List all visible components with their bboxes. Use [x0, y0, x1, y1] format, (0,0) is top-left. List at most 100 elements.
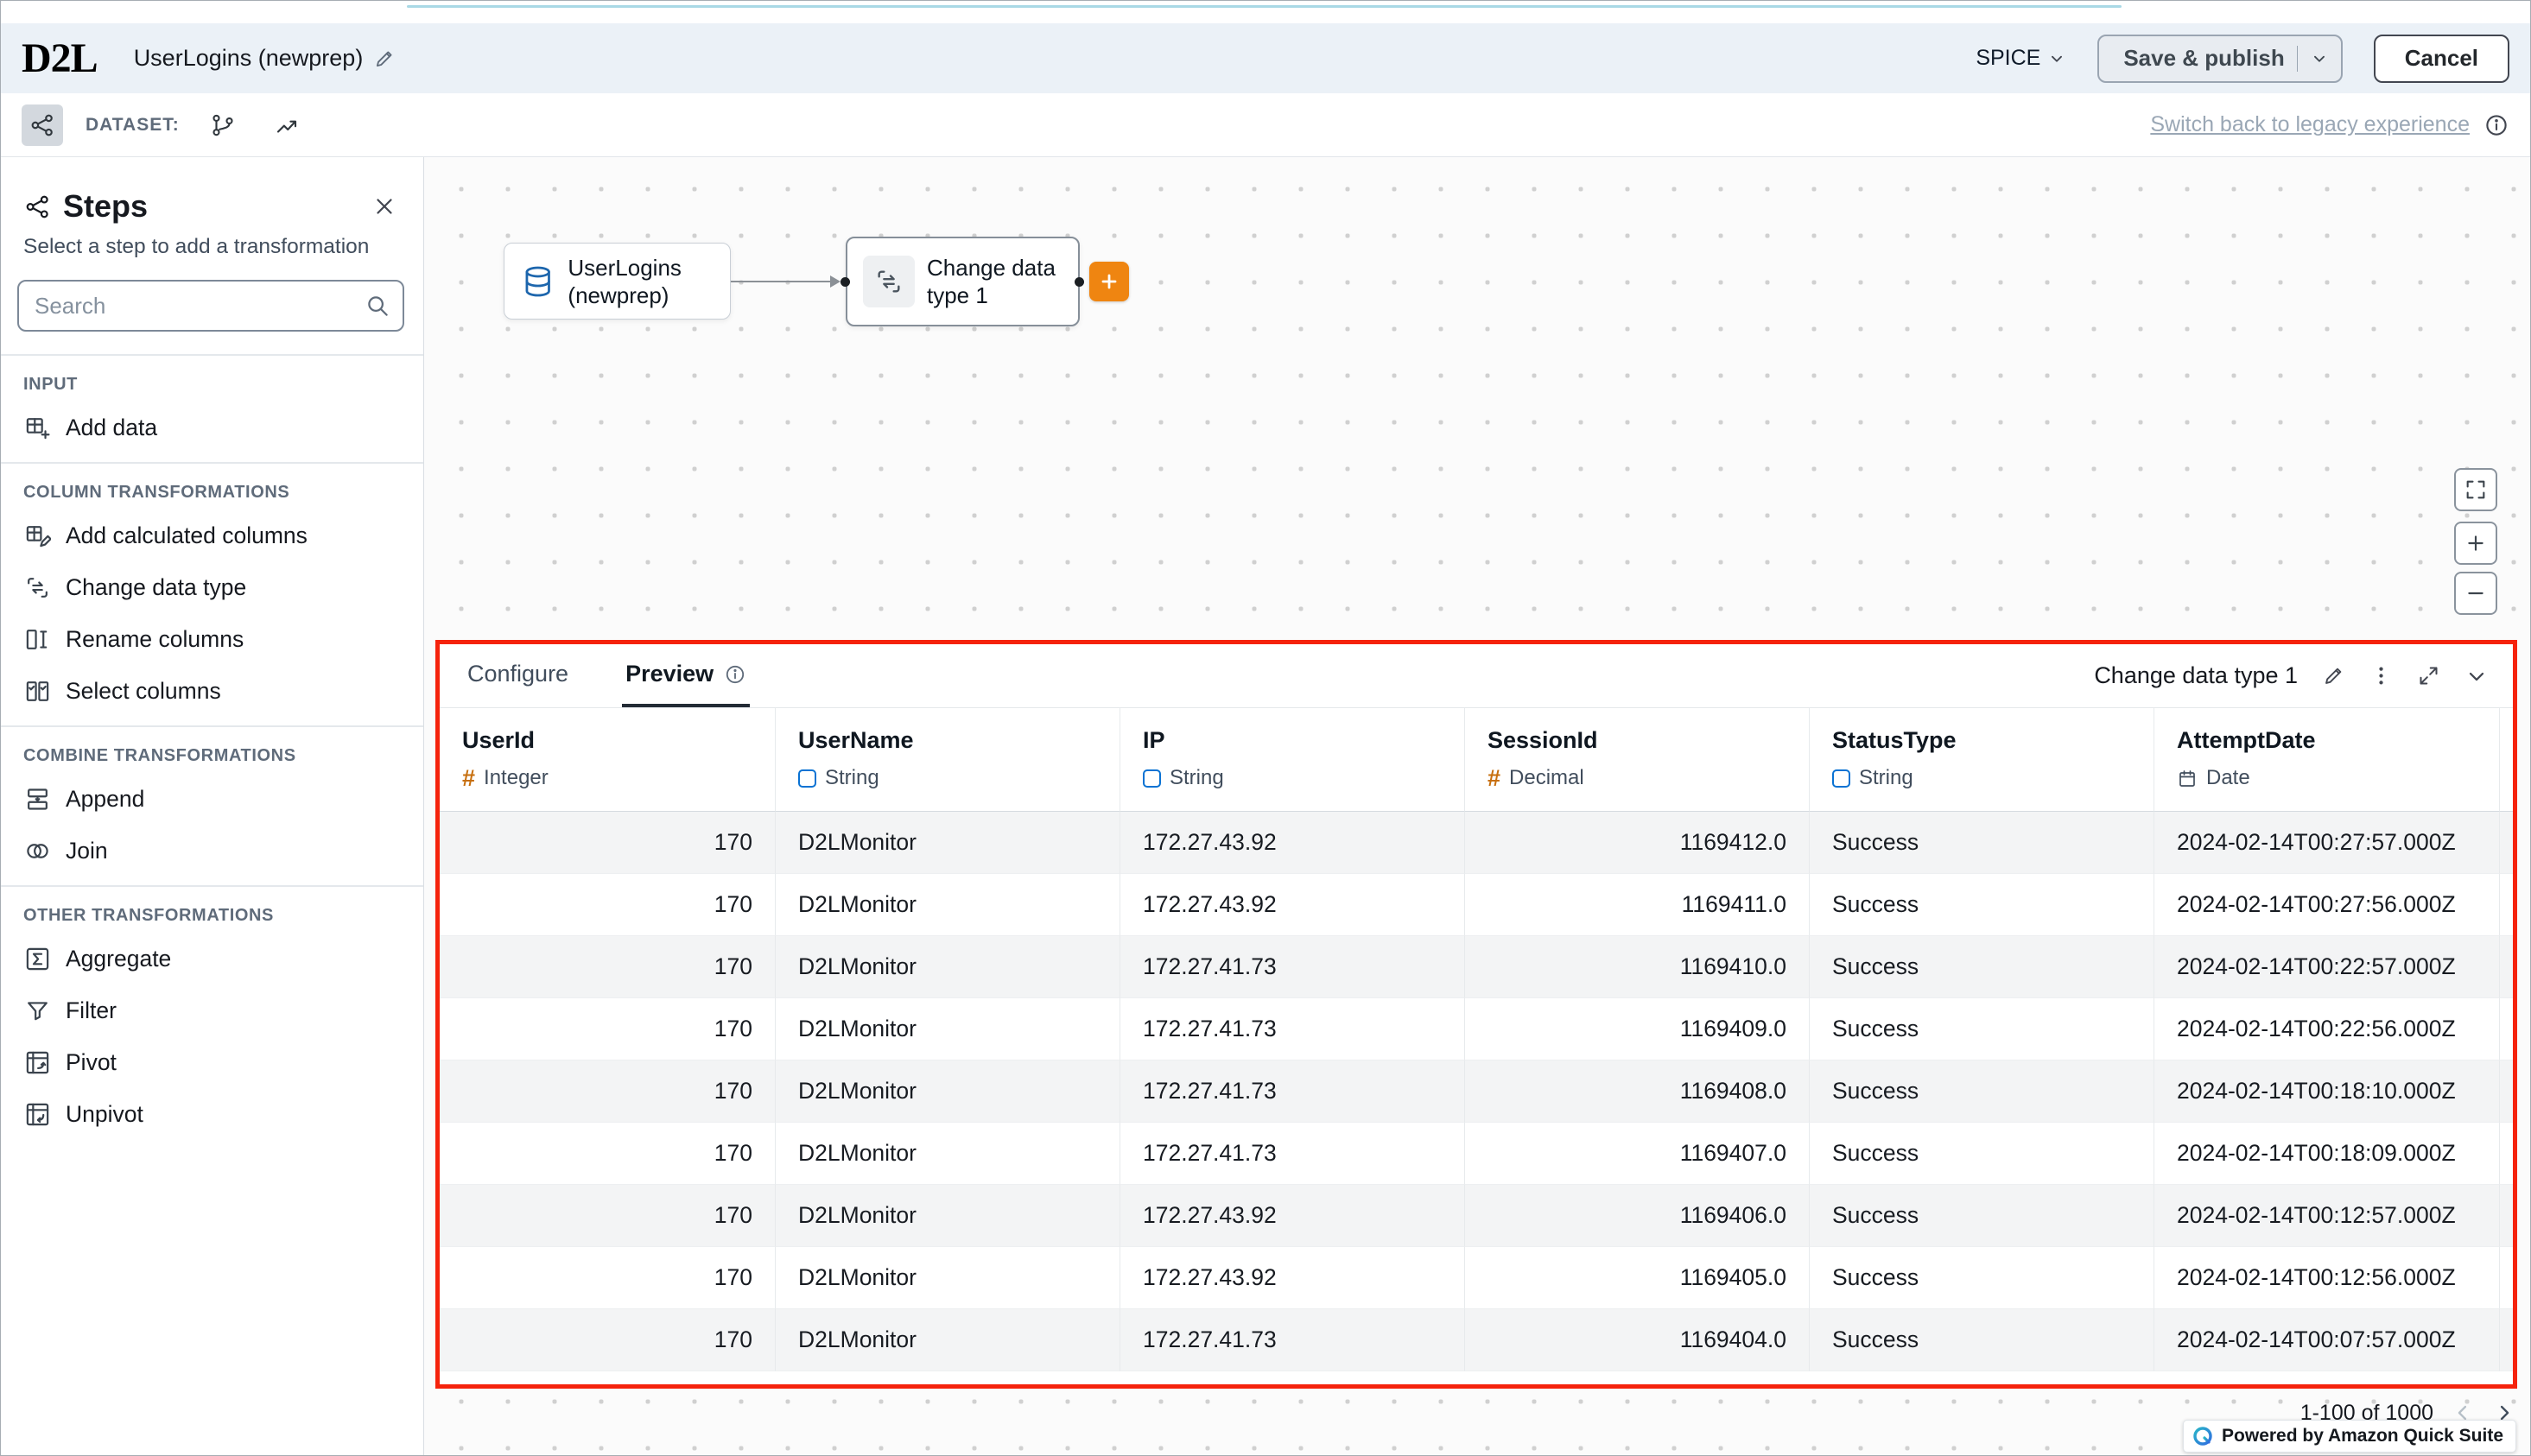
step-name: Change data type 1: [2094, 662, 2298, 689]
preview-panel-header: Configure Preview Change data type 1: [440, 644, 2513, 708]
output-connector-dot[interactable]: [1075, 277, 1084, 287]
dataset-label: DATASET:: [86, 115, 180, 136]
section-label-other-transformations: OTHER TRANSFORMATIONS: [1, 887, 423, 933]
table-cell: 1169405.0: [1465, 1247, 1810, 1309]
toolbar-right: Switch back to legacy experience: [2150, 112, 2509, 138]
fit-view-button[interactable]: [2454, 468, 2497, 511]
app-header: D2L UserLogins (newprep) SPICE Save & pu…: [1, 23, 2530, 93]
column-header-sessionid[interactable]: SessionId#Decimal: [1465, 708, 1810, 812]
step-item-aggregate[interactable]: Aggregate: [1, 933, 423, 984]
section-label-input: INPUT: [1, 356, 423, 402]
tab-configure[interactable]: Configure: [464, 644, 572, 707]
flow-view-button[interactable]: [22, 104, 63, 146]
calculated-columns-icon: [23, 522, 51, 549]
column-header-ip[interactable]: IP String: [1120, 708, 1465, 812]
steps-section: COLUMN TRANSFORMATIONSAdd calculated col…: [1, 462, 423, 725]
search-icon[interactable]: [365, 293, 390, 319]
table-cell: 170: [440, 874, 776, 936]
step-item-select-columns[interactable]: Select columns: [1, 665, 423, 717]
preview-panel: Configure Preview Change data type 1: [435, 640, 2517, 1389]
column-header-attemptdate[interactable]: AttemptDateDate: [2154, 708, 2500, 812]
app-window: D2L UserLogins (newprep) SPICE Save & pu…: [0, 0, 2531, 1456]
step-item-append[interactable]: Append: [1, 773, 423, 825]
expand-panel-icon[interactable]: [2417, 664, 2440, 687]
table-cell: D2LMonitor: [776, 998, 1120, 1060]
info-icon[interactable]: [724, 663, 746, 686]
step-item-filter[interactable]: Filter: [1, 984, 423, 1036]
search-box: [17, 280, 404, 332]
table-cell: D2LMonitor: [776, 936, 1120, 998]
tab-label: Preview: [625, 661, 714, 687]
step-item-label: Unpivot: [66, 1101, 143, 1128]
step-item-change-data-type[interactable]: Change data type: [1, 561, 423, 613]
column-type: String: [798, 766, 1097, 790]
spice-dropdown[interactable]: SPICE: [1976, 46, 2066, 71]
column-type-label: String: [1170, 766, 1224, 790]
step-item-add-data[interactable]: Add data: [1, 402, 423, 453]
column-type: Date: [2177, 766, 2477, 790]
tab-preview[interactable]: Preview: [622, 644, 750, 707]
section-label-combine-transformations: COMBINE TRANSFORMATIONS: [1, 727, 423, 773]
collapse-panel-chevron-icon[interactable]: [2464, 664, 2489, 688]
table-cell: Success: [1810, 1060, 2154, 1123]
transform-node[interactable]: Change data type 1: [846, 237, 1080, 326]
table-cell: Success: [1810, 1309, 2154, 1371]
step-item-rename-columns[interactable]: Rename columns: [1, 613, 423, 665]
input-connector-dot[interactable]: [840, 277, 850, 287]
edit-step-name-icon[interactable]: [2322, 664, 2345, 687]
cancel-button[interactable]: Cancel: [2374, 35, 2509, 83]
column-header-userid[interactable]: UserId#Integer: [440, 708, 776, 812]
kebab-menu-icon[interactable]: [2369, 664, 2393, 687]
change-data-type-icon: [863, 256, 915, 307]
table-cell: D2LMonitor: [776, 1309, 1120, 1371]
table-cell: 2024-02-14T00:18:09.000Z: [2154, 1123, 2500, 1185]
table-cell: 1169412.0: [1465, 812, 1810, 874]
zoom-in-button[interactable]: [2454, 522, 2497, 565]
step-item-label: Aggregate: [66, 946, 171, 972]
table-cell: 2024-02-14T00:18:10.000Z: [2154, 1060, 2500, 1123]
rename-columns-icon: [23, 625, 51, 653]
powered-by-label: Powered by Amazon Quick Suite: [2222, 1426, 2503, 1447]
edit-title-icon[interactable]: [373, 47, 396, 70]
source-node[interactable]: UserLogins (newprep): [504, 243, 731, 320]
dataset-toolbar: DATASET: Switch back to legacy experienc…: [1, 93, 2530, 157]
step-item-label: Change data type: [66, 574, 246, 601]
flow-icon: [23, 193, 51, 220]
step-item-label: Filter: [66, 997, 117, 1024]
search-input[interactable]: [17, 280, 404, 332]
table-cell: 1169410.0: [1465, 936, 1810, 998]
string-icon: [798, 769, 816, 788]
column-type-label: Decimal: [1509, 766, 1584, 790]
table-cell: 170: [440, 1123, 776, 1185]
legacy-experience-link[interactable]: Switch back to legacy experience: [2150, 112, 2470, 137]
step-item-label: Append: [66, 786, 144, 813]
add-step-tile[interactable]: [1089, 262, 1129, 301]
table-cell: Success: [1810, 1247, 2154, 1309]
table-cell: 2024-02-14T00:12:56.000Z: [2154, 1247, 2500, 1309]
column-header-username[interactable]: UserNameString: [776, 708, 1120, 812]
close-icon[interactable]: [371, 193, 397, 219]
quick-suite-logo-icon: [2192, 1426, 2213, 1447]
save-publish-button[interactable]: Save & publish: [2097, 35, 2342, 83]
branch-view-button[interactable]: [202, 104, 244, 146]
table-cell: D2LMonitor: [776, 812, 1120, 874]
calendar-icon: [2177, 768, 2198, 788]
table-cell: Success: [1810, 1185, 2154, 1247]
column-name: IP: [1143, 727, 1442, 754]
step-item-unpivot[interactable]: Unpivot: [1, 1088, 423, 1140]
step-item-add-calculated-columns[interactable]: Add calculated columns: [1, 510, 423, 561]
table-cell-sliver: [2500, 1123, 2513, 1185]
column-header-statustype[interactable]: StatusTypeString: [1810, 708, 2154, 812]
table-cell: 2024-02-14T00:12:57.000Z: [2154, 1185, 2500, 1247]
column-type-label: String: [1859, 766, 1913, 790]
trend-view-button[interactable]: [266, 104, 308, 146]
table-cell-sliver: [2500, 812, 2513, 874]
step-item-pivot[interactable]: Pivot: [1, 1036, 423, 1088]
step-item-join[interactable]: Join: [1, 825, 423, 877]
string-icon: [1143, 769, 1161, 788]
zoom-out-button[interactable]: [2454, 572, 2497, 615]
info-icon[interactable]: [2483, 112, 2509, 138]
table-cell: 2024-02-14T00:22:56.000Z: [2154, 998, 2500, 1060]
table-cell: Success: [1810, 936, 2154, 998]
header-actions: SPICE Save & publish Cancel: [1976, 35, 2509, 83]
